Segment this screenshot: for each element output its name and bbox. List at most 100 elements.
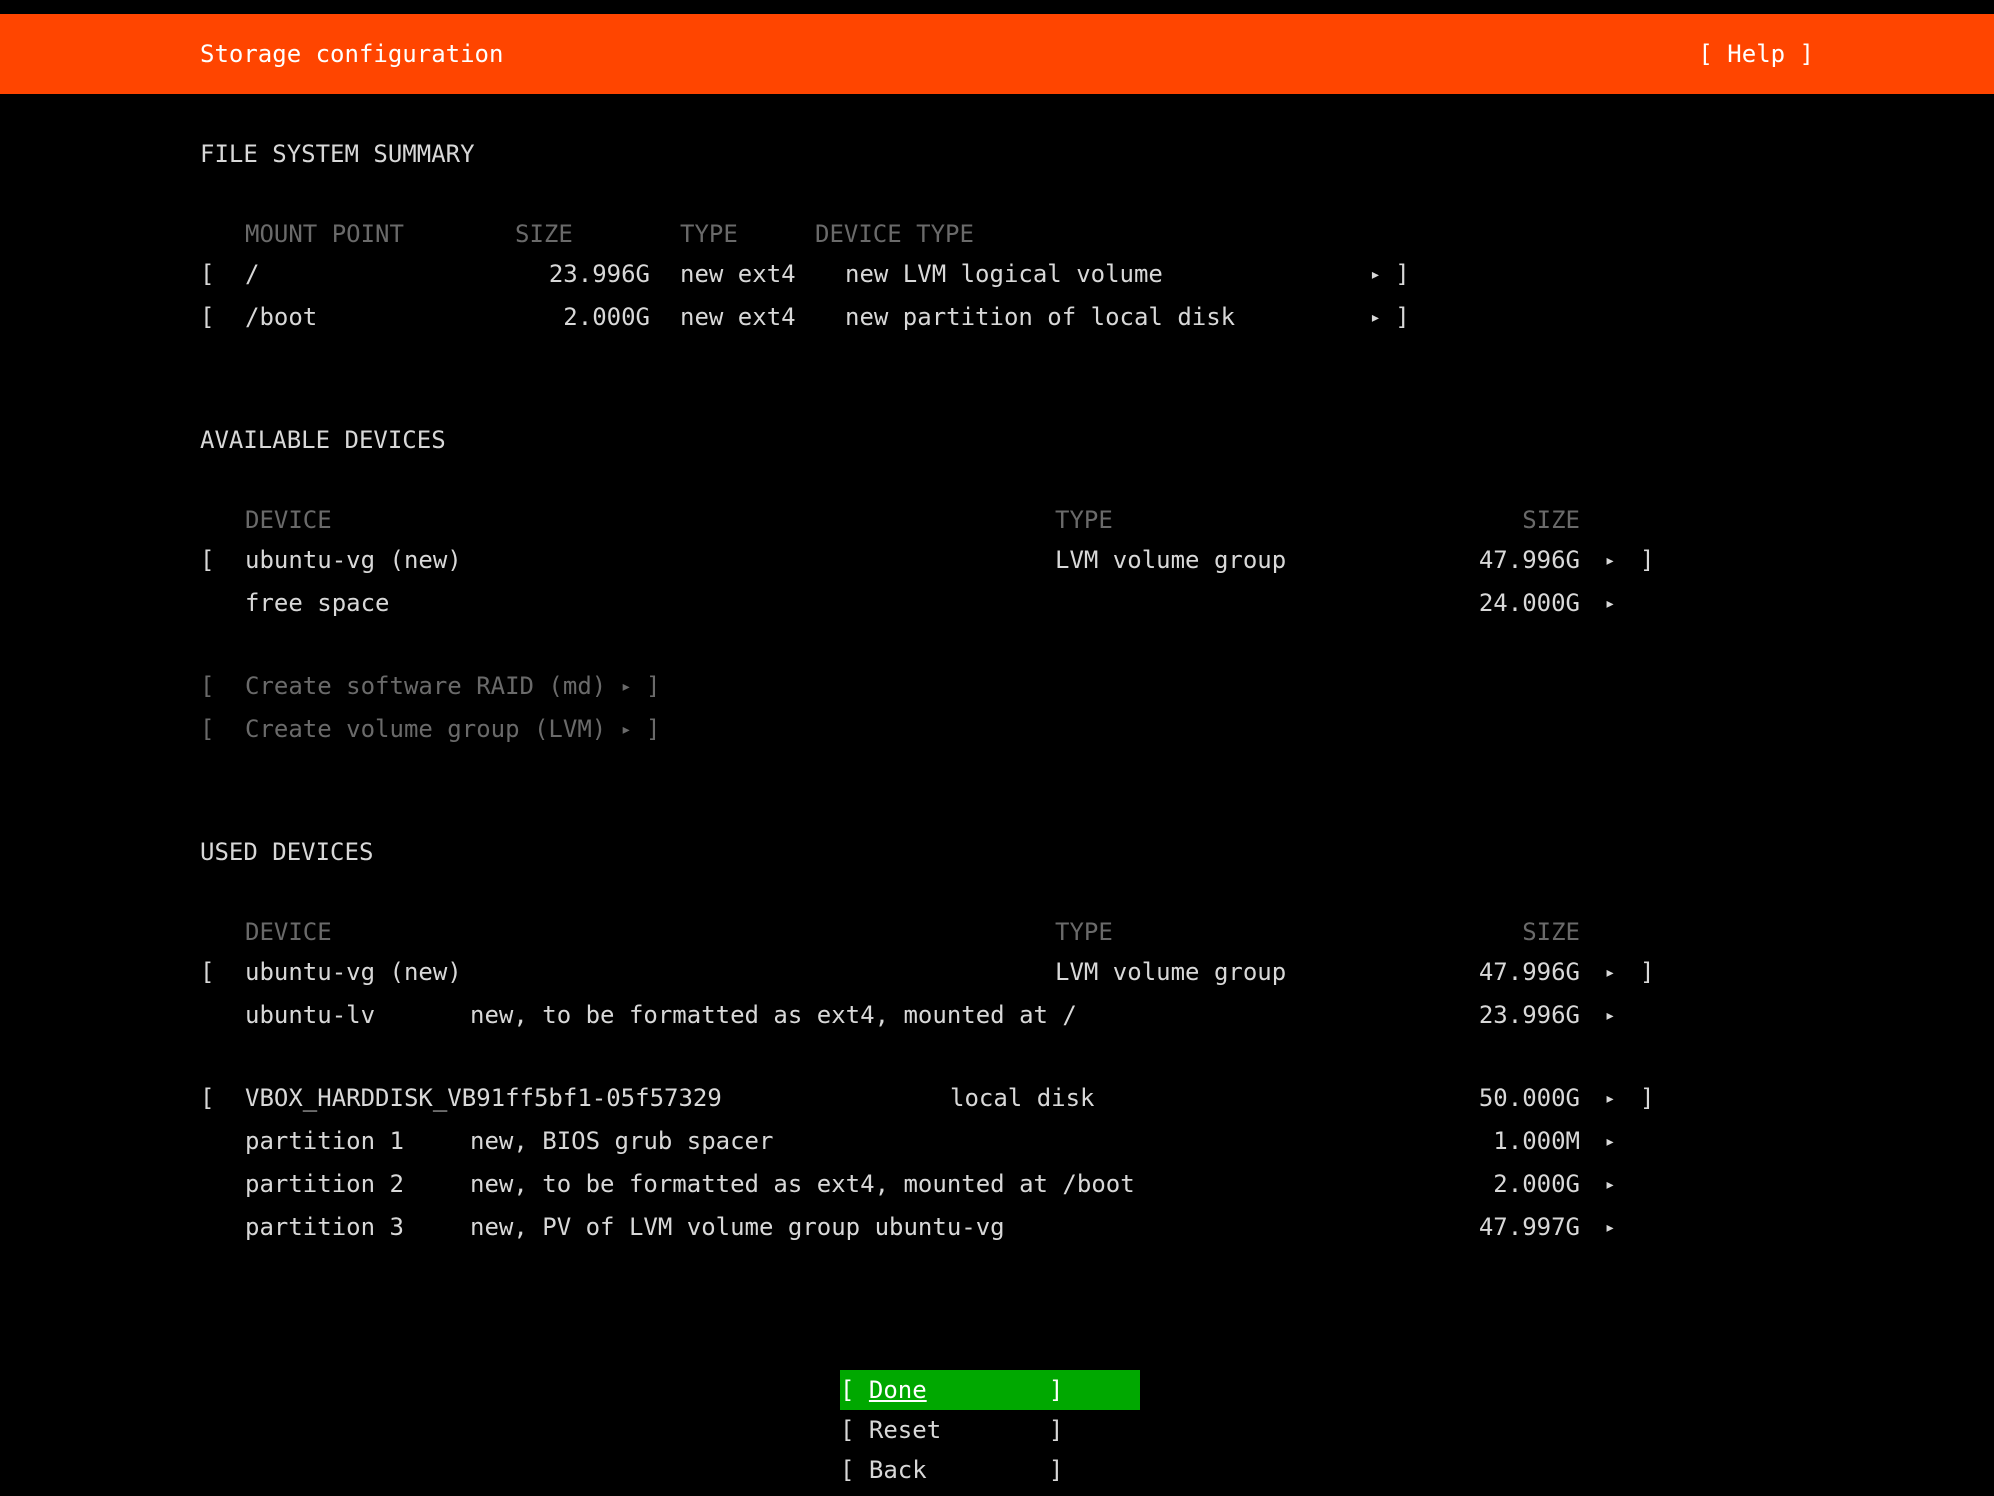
- partition-name: partition 3: [245, 1207, 470, 1247]
- bracket-close-icon: ]: [1395, 254, 1409, 294]
- used-partition-row[interactable]: partition 2new, to be formatted as ext4,…: [200, 1164, 1994, 1207]
- bracket-open-icon: [: [200, 1078, 245, 1118]
- available-header-row: DEVICETYPESIZE: [200, 500, 1994, 540]
- available-device-row[interactable]: [ubuntu-vg (new)LVM volume group47.996G ▸…: [200, 540, 1994, 583]
- bracket-open-icon: [: [200, 297, 245, 337]
- create-raid-button[interactable]: [Create software RAID (md) ▸ ]: [200, 666, 1994, 709]
- button-label: Back: [869, 1450, 1049, 1490]
- chevron-right-icon: ▸: [621, 719, 632, 740]
- col-size: SIZE: [515, 214, 650, 254]
- done-button[interactable]: [ Done]: [840, 1370, 1140, 1410]
- device-type: LVM volume group: [1055, 952, 1430, 992]
- fs-dtype: new partition of local disk: [845, 297, 1370, 337]
- device-size: 50.000G: [1430, 1078, 1580, 1118]
- partition-desc: new, to be formatted as ext4, mounted at…: [470, 995, 1430, 1035]
- col-size: SIZE: [1430, 912, 1580, 952]
- action-label: Create software RAID (md): [245, 672, 606, 700]
- bracket-open-icon: [: [840, 1416, 854, 1444]
- col-type: TYPE: [1055, 500, 1430, 540]
- chevron-right-icon: ▸: [1370, 307, 1381, 328]
- action-label: Create volume group (LVM): [245, 715, 606, 743]
- fs-size: 23.996G: [515, 254, 650, 294]
- reset-button[interactable]: [ Reset]: [840, 1410, 1140, 1450]
- used-header-row: DEVICETYPESIZE: [200, 912, 1994, 952]
- available-device-row[interactable]: free space 24.000G ▸: [200, 583, 1994, 626]
- fs-mount: /boot: [245, 297, 515, 337]
- fs-type: new ext4: [680, 297, 845, 337]
- bracket-open-icon: [: [200, 709, 245, 749]
- device-name: free space: [245, 583, 1055, 623]
- bracket-close-icon: ]: [1395, 297, 1409, 337]
- col-mount: MOUNT POINT: [245, 214, 515, 254]
- available-heading: AVAILABLE DEVICES: [200, 420, 1994, 460]
- device-size: 24.000G: [1430, 583, 1580, 623]
- used-partition-row[interactable]: partition 1new, BIOS grub spacer1.000M ▸: [200, 1121, 1994, 1164]
- chevron-right-icon: ▸: [1605, 550, 1616, 571]
- bracket-open-icon: [: [200, 952, 245, 992]
- used-partition-row[interactable]: partition 3new, PV of LVM volume group u…: [200, 1207, 1994, 1250]
- button-label: Reset: [869, 1410, 1049, 1450]
- device-name: ubuntu-vg (new): [245, 952, 1055, 992]
- partition-size: 1.000M: [1430, 1121, 1580, 1161]
- col-type: TYPE: [650, 214, 815, 254]
- fs-row[interactable]: [/23.996G new ext4new LVM logical volume▸…: [200, 254, 1994, 297]
- bracket-close-icon: ]: [1640, 540, 1654, 580]
- col-device: DEVICE: [245, 500, 1055, 540]
- chevron-right-icon: ▸: [621, 676, 632, 697]
- bracket-close-icon: ]: [1049, 1376, 1063, 1404]
- device-name: ubuntu-vg (new): [245, 540, 1055, 580]
- used-heading: USED DEVICES: [200, 832, 1994, 872]
- bracket-open-icon: [: [200, 540, 245, 580]
- fs-type: new ext4: [680, 254, 845, 294]
- device-size: 47.996G: [1430, 952, 1580, 992]
- partition-name: partition 1: [245, 1121, 470, 1161]
- bracket-open-icon: [: [840, 1376, 854, 1404]
- partition-size: 23.996G: [1430, 995, 1580, 1035]
- title-bar: Storage configuration [ Help ]: [0, 14, 1994, 94]
- chevron-right-icon: ▸: [1605, 593, 1616, 614]
- fs-summary-heading: FILE SYSTEM SUMMARY: [200, 134, 1994, 174]
- help-button[interactable]: [ Help ]: [1698, 14, 1814, 94]
- col-size: SIZE: [1430, 500, 1580, 540]
- fs-mount: /: [245, 254, 515, 294]
- fs-summary-header-row: MOUNT POINTSIZETYPEDEVICE TYPE: [200, 214, 1994, 254]
- partition-desc: new, PV of LVM volume group ubuntu-vg: [470, 1207, 1430, 1247]
- partition-name: ubuntu-lv: [245, 995, 470, 1035]
- fs-size: 2.000G: [515, 297, 650, 337]
- bracket-close-icon: ]: [1640, 1078, 1654, 1118]
- back-button[interactable]: [ Back]: [840, 1450, 1140, 1490]
- partition-desc: new, to be formatted as ext4, mounted at…: [470, 1164, 1430, 1204]
- bracket-open-icon: [: [200, 666, 245, 706]
- partition-desc: new, BIOS grub spacer: [470, 1121, 1430, 1161]
- col-device: DEVICE: [245, 912, 1055, 952]
- used-device-row[interactable]: [VBOX_HARDDISK_VB91ff5bf1-05f57329local …: [200, 1078, 1994, 1121]
- partition-size: 2.000G: [1430, 1164, 1580, 1204]
- bracket-close-icon: ]: [646, 666, 660, 706]
- device-name: VBOX_HARDDISK_VB91ff5bf1-05f57329: [245, 1078, 950, 1118]
- bracket-open-icon: [: [840, 1456, 854, 1484]
- fs-row[interactable]: [/boot2.000G new ext4new partition of loc…: [200, 297, 1994, 340]
- partition-size: 47.997G: [1430, 1207, 1580, 1247]
- chevron-right-icon: ▸: [1605, 1131, 1616, 1152]
- device-size: 47.996G: [1430, 540, 1580, 580]
- chevron-right-icon: ▸: [1605, 1174, 1616, 1195]
- col-type: TYPE: [1055, 912, 1430, 952]
- used-device-row[interactable]: [ubuntu-vg (new)LVM volume group47.996G ▸…: [200, 952, 1994, 995]
- chevron-right-icon: ▸: [1605, 1217, 1616, 1238]
- device-type: local disk: [950, 1078, 1430, 1118]
- bracket-close-icon: ]: [1049, 1416, 1063, 1444]
- chevron-right-icon: ▸: [1370, 264, 1381, 285]
- bracket-close-icon: ]: [1640, 952, 1654, 992]
- create-lvm-button[interactable]: [Create volume group (LVM) ▸ ]: [200, 709, 1994, 752]
- fs-dtype: new LVM logical volume: [845, 254, 1370, 294]
- chevron-right-icon: ▸: [1605, 962, 1616, 983]
- col-dtype: DEVICE TYPE: [815, 214, 1340, 254]
- bracket-close-icon: ]: [1049, 1456, 1063, 1484]
- button-label: Done: [869, 1376, 927, 1404]
- device-type: LVM volume group: [1055, 540, 1430, 580]
- partition-name: partition 2: [245, 1164, 470, 1204]
- bracket-close-icon: ]: [646, 709, 660, 749]
- used-partition-row[interactable]: ubuntu-lvnew, to be formatted as ext4, m…: [200, 995, 1994, 1038]
- bracket-open-icon: [: [200, 254, 245, 294]
- page-title: Storage configuration: [200, 14, 503, 94]
